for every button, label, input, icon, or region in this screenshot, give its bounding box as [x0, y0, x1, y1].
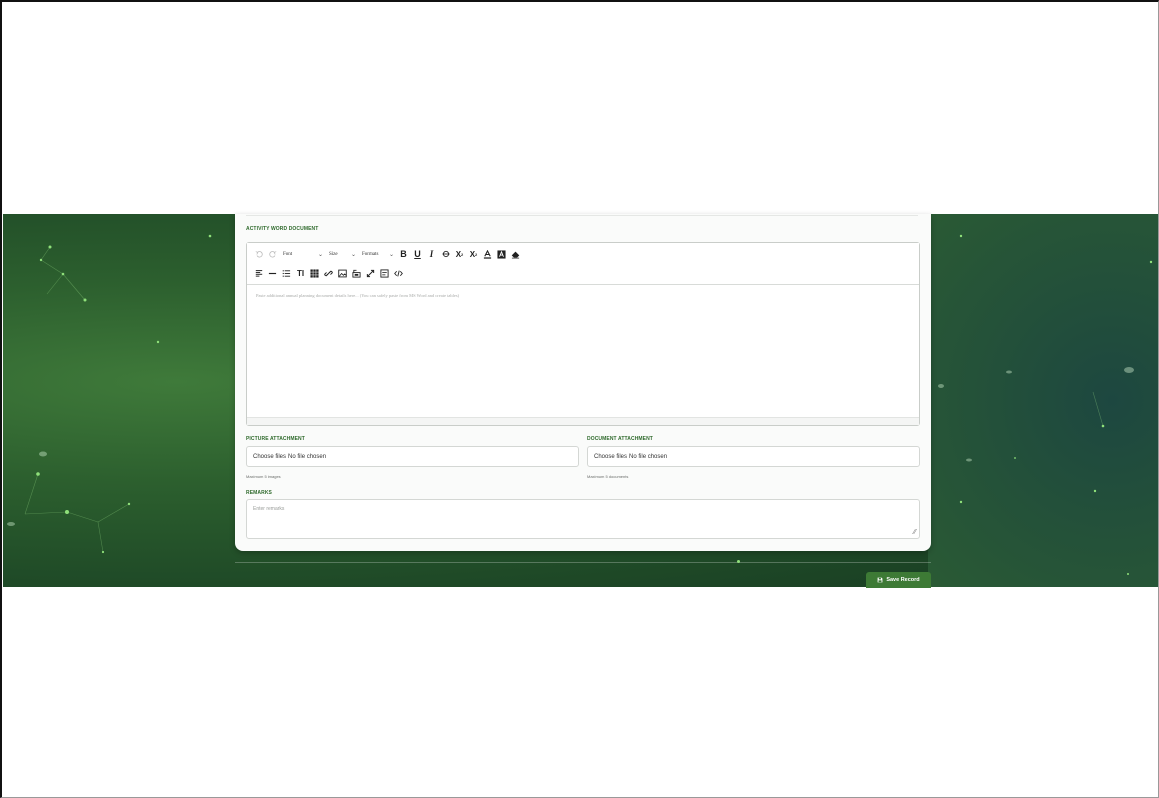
line-height-icon[interactable]: TI	[294, 266, 307, 280]
editor-placeholder: Paste additional annual planning documen…	[256, 293, 460, 298]
image-icon[interactable]	[336, 266, 349, 280]
link-icon[interactable]	[322, 266, 335, 280]
strikethrough-icon[interactable]	[439, 247, 452, 261]
italic-icon[interactable]: I	[425, 247, 438, 261]
underline-icon[interactable]: U	[411, 247, 424, 261]
picture-file-input[interactable]: Choose files No file chosen	[246, 446, 579, 467]
chevron-down-icon: ⌄	[317, 250, 323, 258]
list-icon[interactable]	[280, 266, 293, 280]
size-select-label: Size	[329, 251, 338, 257]
font-select[interactable]: Font ⌄	[280, 247, 326, 261]
save-record-label: Save Record	[886, 577, 920, 583]
eraser-icon[interactable]	[509, 247, 522, 261]
superscript-icon[interactable]: X2	[467, 247, 480, 261]
size-select[interactable]: Size ⌄	[326, 247, 359, 261]
choose-files-button[interactable]: Choose files	[253, 454, 286, 460]
formats-select[interactable]: Formats ⌄	[359, 247, 397, 261]
toolbar-row-2: TI	[252, 265, 406, 281]
font-select-label: Font	[283, 251, 293, 257]
picture-attachment-label: PICTURE ATTACHMENT	[246, 436, 305, 442]
editor-content-area[interactable]: Paste additional annual planning documen…	[247, 286, 919, 416]
choose-files-button[interactable]: Choose files	[594, 454, 627, 460]
remarks-textarea[interactable]: Enter remarks ⁄⁄	[246, 499, 920, 539]
floppy-disk-icon	[877, 577, 883, 583]
video-icon[interactable]	[350, 266, 363, 280]
divider-dot	[737, 560, 740, 563]
toolbar-row-1: Font ⌄ Size ⌄ Formats ⌄ B U I X2 X2	[252, 246, 523, 262]
code-view-icon[interactable]	[392, 266, 405, 280]
subscript-icon[interactable]: X2	[453, 247, 466, 261]
activity-word-document-label: ACTIVITY WORD DOCUMENT	[246, 226, 319, 232]
editor-statusbar	[247, 417, 919, 425]
editor-toolbar: Font ⌄ Size ⌄ Formats ⌄ B U I X2 X2 TI	[247, 243, 919, 285]
font-color-icon[interactable]	[481, 247, 494, 261]
redo-icon[interactable]	[266, 247, 279, 261]
file-status-text: No file chosen	[629, 453, 668, 460]
remarks-placeholder: Enter remarks	[253, 506, 285, 512]
remarks-label: REMARKS	[246, 490, 272, 496]
align-icon[interactable]	[252, 266, 265, 280]
document-attachment-label: DOCUMENT ATTACHMENT	[587, 436, 653, 442]
rich-text-editor: Font ⌄ Size ⌄ Formats ⌄ B U I X2 X2 TI P…	[246, 242, 920, 426]
save-record-button[interactable]: Save Record	[866, 572, 931, 588]
formats-select-label: Formats	[362, 251, 379, 257]
resize-handle-icon[interactable]: ⁄⁄	[914, 529, 916, 536]
horizontal-rule-icon[interactable]	[266, 266, 279, 280]
file-status-text: No file chosen	[288, 453, 327, 460]
table-icon[interactable]	[308, 266, 321, 280]
highlight-color-icon[interactable]	[495, 247, 508, 261]
fullscreen-icon[interactable]	[364, 266, 377, 280]
bold-icon[interactable]: B	[397, 247, 410, 261]
chevron-down-icon: ⌄	[350, 250, 356, 258]
picture-hint: Maximum 5 images	[246, 474, 281, 479]
undo-icon[interactable]	[252, 247, 265, 261]
show-blocks-icon[interactable]	[378, 266, 391, 280]
document-file-input[interactable]: Choose files No file chosen	[587, 446, 920, 467]
chevron-down-icon: ⌄	[388, 250, 394, 258]
card-divider	[246, 215, 918, 216]
document-hint: Maximum 5 documents	[587, 474, 629, 479]
section-divider	[235, 560, 931, 563]
form-card: ACTIVITY WORD DOCUMENT Font ⌄ Size ⌄ For…	[235, 214, 931, 551]
